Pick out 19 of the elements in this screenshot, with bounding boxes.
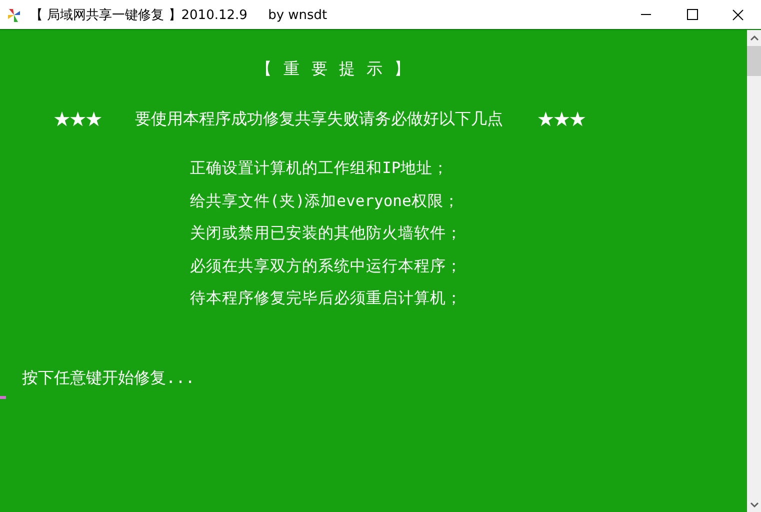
- stars-decoration: ★★★: [536, 107, 585, 131]
- maximize-icon: [686, 9, 698, 20]
- heading: 【 重 要 提 示 】: [256, 59, 410, 79]
- instruction-line: 必须在共享双方的系统中运行本程序；: [190, 256, 462, 276]
- instruction-line: 待本程序修复完毕后必须重启计算机；: [190, 288, 462, 308]
- scroll-thumb[interactable]: [747, 46, 761, 76]
- app-logo-icon: [6, 6, 22, 22]
- prompt-text: 按下任意键开始修复...: [22, 368, 195, 388]
- scroll-up-icon[interactable]: [750, 35, 758, 41]
- scroll-down-icon[interactable]: [750, 502, 758, 508]
- close-icon: [732, 8, 744, 20]
- instruction-line: 关闭或禁用已安装的其他防火墙软件；: [190, 223, 462, 243]
- text-cursor: [0, 396, 6, 399]
- notice-text: 要使用本程序成功修复共享失败请务必做好以下几点: [134, 109, 503, 129]
- stars-decoration: ★★★: [53, 107, 101, 131]
- window-title: 【 局域网共享一键修复 】2010.12.9 by wnsdt: [30, 6, 328, 24]
- instruction-line: 正确设置计算机的工作组和IP地址；: [190, 158, 449, 178]
- scrollbar[interactable]: [747, 30, 761, 512]
- instruction-line: 给共享文件(夹)添加everyone权限；: [190, 190, 460, 210]
